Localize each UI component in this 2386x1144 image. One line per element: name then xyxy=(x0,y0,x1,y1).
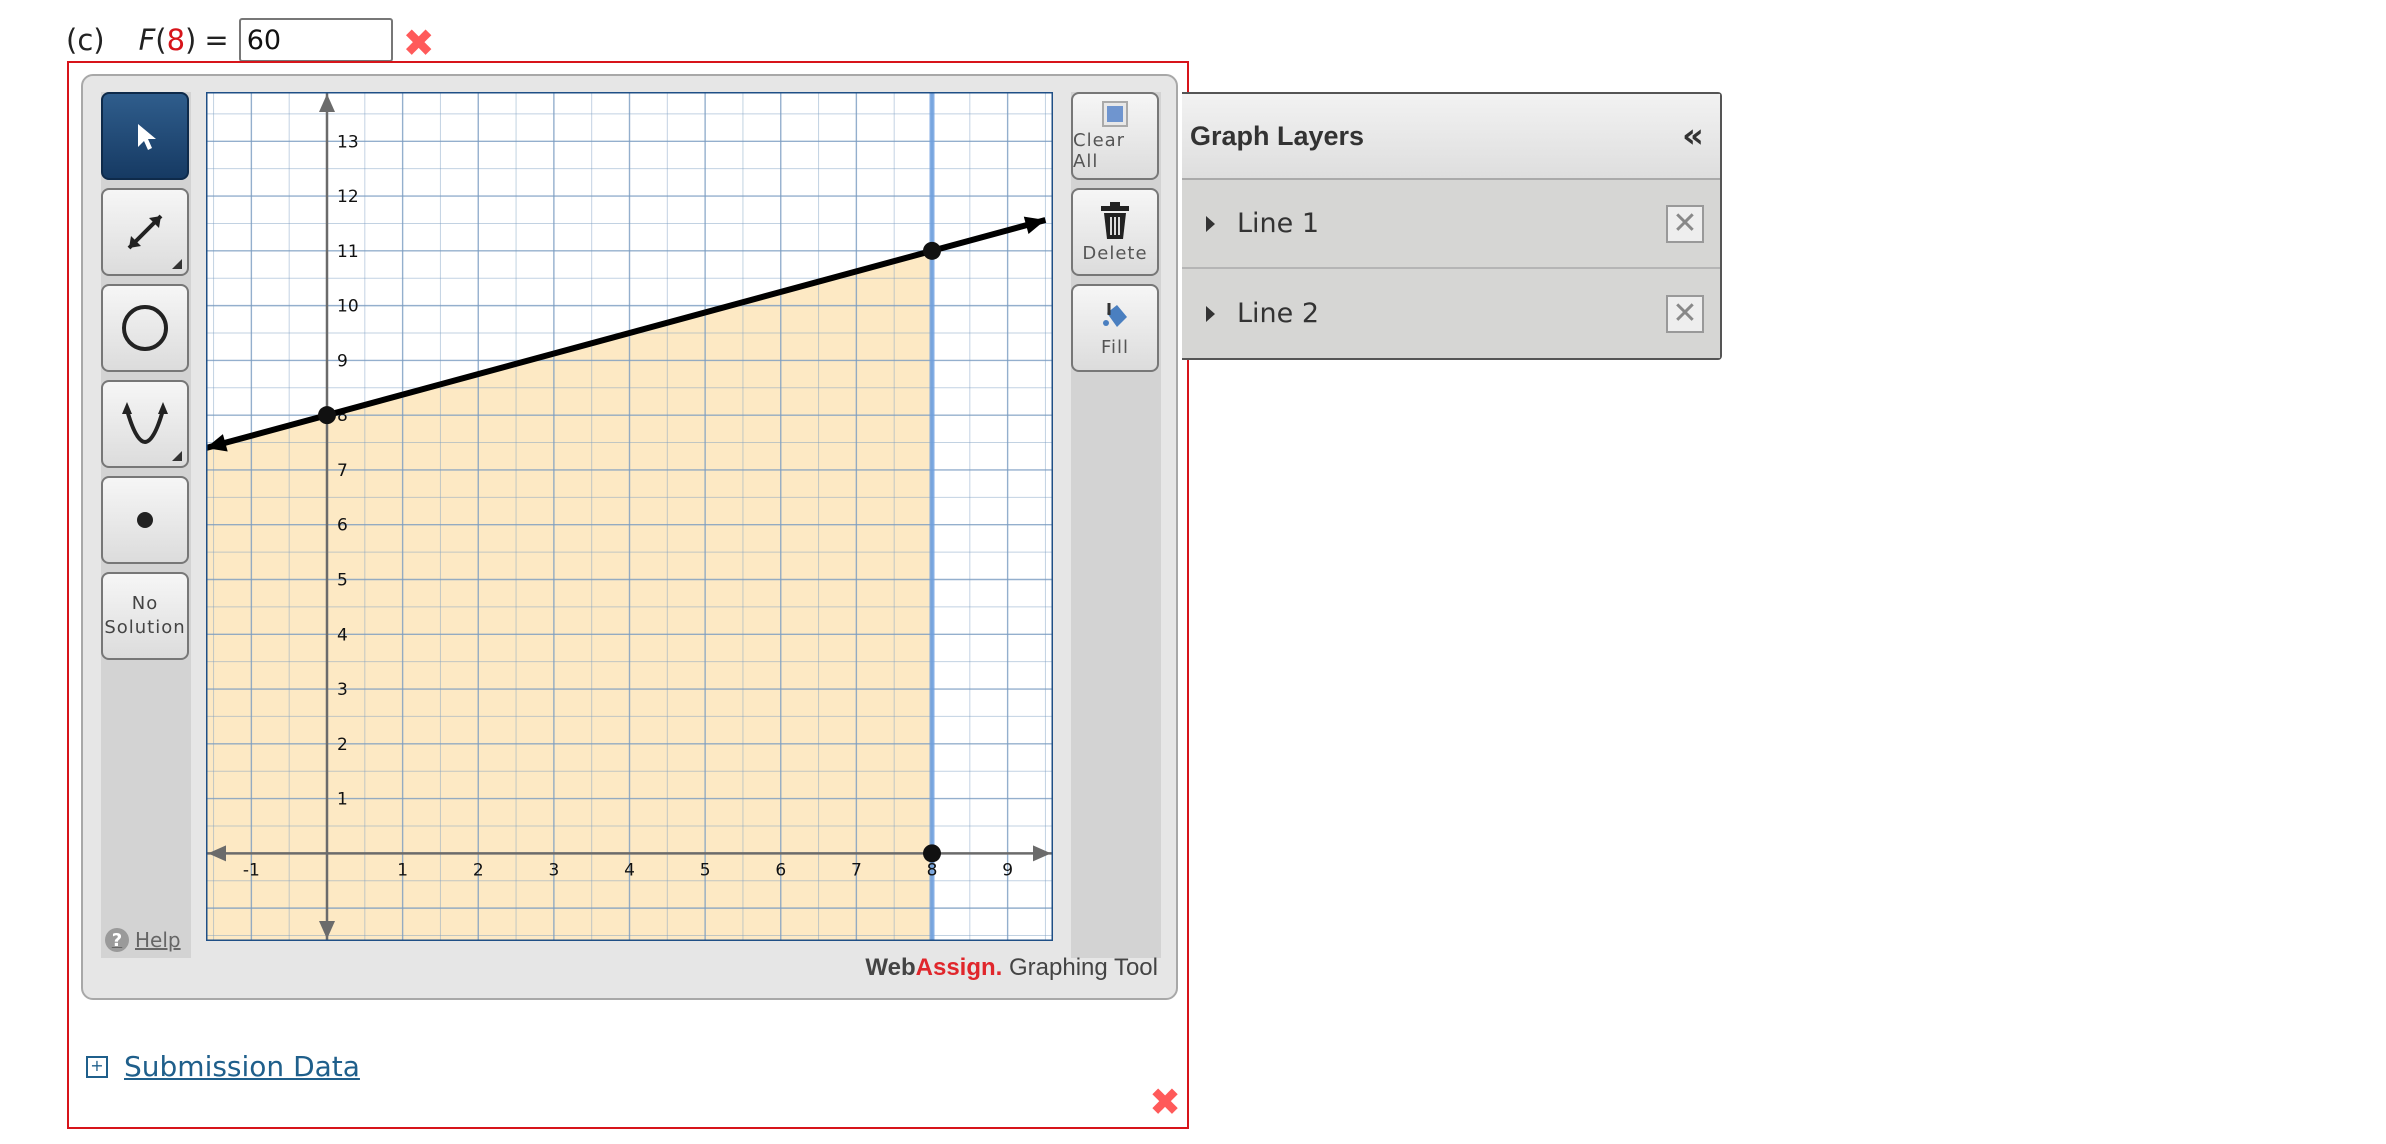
graph-layers-header: Graph Layers « xyxy=(1182,94,1720,180)
open-paren: ( xyxy=(155,23,167,57)
y-tick-label: 10 xyxy=(337,297,359,317)
x-tick-label: 3 xyxy=(548,860,559,880)
y-tick-label: 7 xyxy=(337,461,348,481)
parabola-icon xyxy=(122,402,168,444)
submenu-corner-icon xyxy=(172,259,182,269)
close-paren: ) xyxy=(185,23,197,57)
clear-all-icon xyxy=(1102,101,1128,127)
no-solution-label-1: No xyxy=(131,593,159,614)
graphing-tool: No Solution ? Help -1 1 2 3 4 5 6 7 8 9 1 2 3 4 5 6 7 8 9 1… xyxy=(81,74,1178,1000)
delete-button[interactable]: Delete xyxy=(1071,188,1159,276)
delete-layer-icon[interactable]: ✕ xyxy=(1666,294,1704,333)
line-1-point xyxy=(923,241,941,260)
graph-layers-title: Graph Layers xyxy=(1190,120,1365,151)
y-tick-label: 12 xyxy=(337,187,359,207)
incorrect-icon: ✖ xyxy=(402,21,435,65)
x-tick-label: 8 xyxy=(927,860,938,880)
line-1-point xyxy=(318,406,336,425)
no-solution-label-2: Solution xyxy=(104,617,186,638)
y-tick-label: 3 xyxy=(337,680,348,700)
layer-label: Line 2 xyxy=(1237,298,1320,329)
right-toolbar: Clear All Delete Fill xyxy=(1071,92,1161,958)
submenu-corner-icon xyxy=(172,451,182,461)
help-link[interactable]: ? Help xyxy=(105,928,181,952)
y-tick-label: 9 xyxy=(337,351,348,371)
frame-incorrect-icon: ✖ xyxy=(1149,1080,1181,1124)
question-row: (c) F(8) = ✖ xyxy=(66,14,435,66)
question-part-label: (c) xyxy=(66,23,105,57)
x-tick-label: 5 xyxy=(700,860,711,880)
x-tick-label: 9 xyxy=(1002,860,1013,880)
x-tick-label: 2 xyxy=(473,860,484,880)
layer-label: Line 1 xyxy=(1237,208,1320,239)
line-2-point xyxy=(923,844,941,863)
pointer-icon xyxy=(138,124,156,150)
y-tick-label: 1 xyxy=(337,790,348,810)
graph-canvas[interactable]: -1 1 2 3 4 5 6 7 8 9 1 2 3 4 5 6 7 8 9 10 11 12 13 xyxy=(206,92,1053,941)
equals-sign: = xyxy=(204,23,229,57)
expand-triangle-icon[interactable] xyxy=(1206,305,1215,322)
clear-all-label: Clear All xyxy=(1073,130,1126,172)
layer-row-line-1[interactable]: Line 1 ✕ xyxy=(1182,180,1720,269)
x-tick-label: -1 xyxy=(243,860,260,880)
layer-row-line-2[interactable]: Line 2 ✕ xyxy=(1182,269,1720,358)
submission-data-link[interactable]: Submission Data xyxy=(124,1050,360,1083)
collapse-panel-icon[interactable]: « xyxy=(1682,116,1704,156)
x-tick-label: 7 xyxy=(851,860,862,880)
pointer-tool-button[interactable] xyxy=(101,92,189,180)
point-tool-button[interactable] xyxy=(101,476,189,564)
fill-button[interactable]: Fill xyxy=(1071,284,1159,372)
webassign-brand: WebAssign. Graphing Tool xyxy=(865,954,1158,982)
brand-web: Web xyxy=(865,954,916,981)
circle-tool-button[interactable] xyxy=(101,284,189,372)
line-arrow-icon xyxy=(127,214,163,250)
expand-triangle-icon[interactable] xyxy=(1206,215,1215,232)
function-name: F xyxy=(138,23,156,57)
point-icon xyxy=(137,512,153,528)
y-tick-label: 6 xyxy=(337,516,348,536)
y-tick-label: 11 xyxy=(337,242,359,262)
function-argument: 8 xyxy=(166,23,186,57)
y-tick-label: 2 xyxy=(337,735,348,755)
fill-label: Fill xyxy=(1100,336,1130,358)
line-tool-button[interactable] xyxy=(101,188,189,276)
y-tick-label: 13 xyxy=(337,132,359,152)
answer-input[interactable] xyxy=(238,18,393,62)
help-label: Help xyxy=(135,928,181,952)
submission-data[interactable]: + Submission Data xyxy=(86,1050,360,1083)
graph-layers-panel: Graph Layers « Line 1 ✕ Line 2 ✕ xyxy=(1182,92,1722,360)
graph-svg[interactable]: -1 1 2 3 4 5 6 7 8 912345678910111213 xyxy=(206,92,1053,941)
brand-tool-name: Graphing Tool xyxy=(1002,954,1158,981)
help-icon: ? xyxy=(105,928,129,952)
left-toolbar: No Solution ? Help xyxy=(101,92,191,958)
expand-plus-icon[interactable]: + xyxy=(86,1055,108,1078)
paint-bucket-icon xyxy=(1103,302,1127,327)
x-tick-label: 4 xyxy=(624,860,635,880)
y-tick-label: 4 xyxy=(337,625,348,645)
parabola-tool-button[interactable] xyxy=(101,380,189,468)
no-solution-button[interactable]: No Solution xyxy=(101,572,189,660)
delete-layer-icon[interactable]: ✕ xyxy=(1666,204,1704,243)
x-tick-label: 1 xyxy=(397,860,408,880)
trash-icon xyxy=(1101,201,1129,239)
brand-assign: Assign. xyxy=(915,954,1003,981)
y-tick-label: 5 xyxy=(337,570,348,590)
circle-icon xyxy=(122,305,168,351)
delete-label: Delete xyxy=(1082,242,1148,264)
x-tick-label: 6 xyxy=(775,860,786,880)
clear-all-button[interactable]: Clear All xyxy=(1071,92,1159,180)
